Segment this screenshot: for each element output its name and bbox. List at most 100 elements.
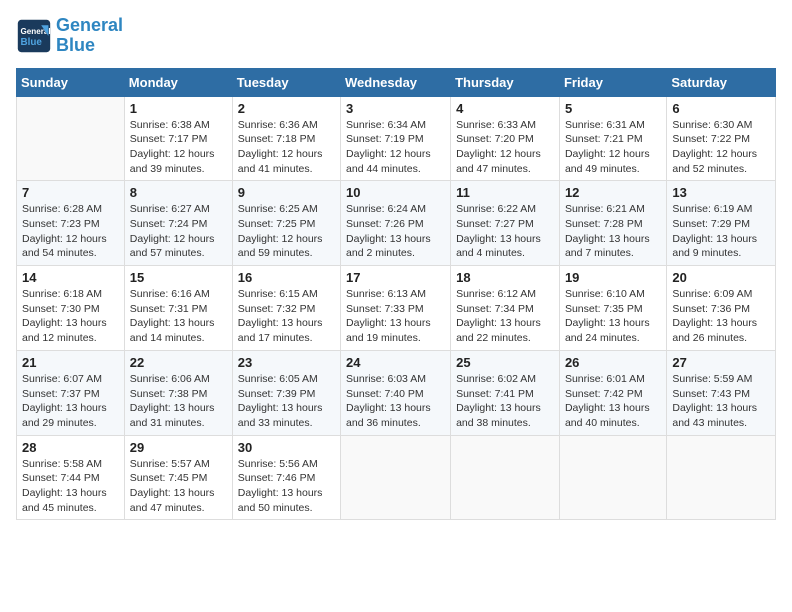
calendar-day-cell: 28 Sunrise: 5:58 AM Sunset: 7:44 PM Dayli… xyxy=(17,435,125,520)
calendar-day-cell: 25 Sunrise: 6:02 AM Sunset: 7:41 PM Dayli… xyxy=(451,350,560,435)
day-number: 26 xyxy=(565,355,661,370)
day-info: Sunrise: 6:22 AM Sunset: 7:27 PM Dayligh… xyxy=(456,202,554,261)
day-info: Sunrise: 6:12 AM Sunset: 7:34 PM Dayligh… xyxy=(456,287,554,346)
day-info: Sunrise: 6:27 AM Sunset: 7:24 PM Dayligh… xyxy=(130,202,227,261)
day-number: 28 xyxy=(22,440,119,455)
calendar-day-cell: 11Sunrise: 6:22 AM Sunset: 7:27 PM Dayli… xyxy=(451,181,560,266)
calendar-day-cell xyxy=(667,435,776,520)
logo-icon: General Blue xyxy=(16,18,52,54)
day-number: 14 xyxy=(22,270,119,285)
day-info: Sunrise: 6:09 AM Sunset: 7:36 PM Dayligh… xyxy=(672,287,770,346)
calendar-day-cell: 17 Sunrise: 6:13 AM Sunset: 7:33 PM Dayli… xyxy=(341,266,451,351)
day-info: Sunrise: 6:33 AM Sunset: 7:20 PM Dayligh… xyxy=(456,118,554,177)
day-number: 25 xyxy=(456,355,554,370)
calendar-day-cell: 5Sunrise: 6:31 AM Sunset: 7:21 PM Daylig… xyxy=(559,96,666,181)
day-number: 18 xyxy=(456,270,554,285)
day-number: 19 xyxy=(565,270,661,285)
calendar-week-row: 21Sunrise: 6:07 AM Sunset: 7:37 PM Dayli… xyxy=(17,350,776,435)
day-number: 22 xyxy=(130,355,227,370)
day-number: 10 xyxy=(346,185,445,200)
weekday-header-cell: Monday xyxy=(124,68,232,96)
calendar-day-cell: 13 Sunrise: 6:19 AM Sunset: 7:29 PM Dayli… xyxy=(667,181,776,266)
day-number: 29 xyxy=(130,440,227,455)
day-number: 30 xyxy=(238,440,335,455)
weekday-header-cell: Wednesday xyxy=(341,68,451,96)
day-number: 21 xyxy=(22,355,119,370)
day-number: 20 xyxy=(672,270,770,285)
day-info: Sunrise: 5:56 AM Sunset: 7:46 PM Dayligh… xyxy=(238,457,335,516)
day-number: 7 xyxy=(22,185,119,200)
day-number: 5 xyxy=(565,101,661,116)
day-info: Sunrise: 6:38 AM Sunset: 7:17 PM Dayligh… xyxy=(130,118,227,177)
calendar-day-cell: 6Sunrise: 6:30 AM Sunset: 7:22 PM Daylig… xyxy=(667,96,776,181)
calendar-day-cell: 19Sunrise: 6:10 AM Sunset: 7:35 PM Dayli… xyxy=(559,266,666,351)
svg-text:Blue: Blue xyxy=(21,37,43,48)
day-info: Sunrise: 6:01 AM Sunset: 7:42 PM Dayligh… xyxy=(565,372,661,431)
day-info: Sunrise: 6:15 AM Sunset: 7:32 PM Dayligh… xyxy=(238,287,335,346)
calendar-week-row: 1 Sunrise: 6:38 AM Sunset: 7:17 PM Daylig… xyxy=(17,96,776,181)
day-number: 16 xyxy=(238,270,335,285)
day-number: 17 xyxy=(346,270,445,285)
weekday-header-cell: Sunday xyxy=(17,68,125,96)
day-number: 2 xyxy=(238,101,335,116)
day-info: Sunrise: 6:02 AM Sunset: 7:41 PM Dayligh… xyxy=(456,372,554,431)
day-number: 8 xyxy=(130,185,227,200)
day-info: Sunrise: 6:24 AM Sunset: 7:26 PM Dayligh… xyxy=(346,202,445,261)
day-number: 24 xyxy=(346,355,445,370)
calendar-day-cell: 29 Sunrise: 5:57 AM Sunset: 7:45 PM Dayli… xyxy=(124,435,232,520)
calendar-day-cell: 16 Sunrise: 6:15 AM Sunset: 7:32 PM Dayli… xyxy=(232,266,340,351)
day-number: 13 xyxy=(672,185,770,200)
weekday-header-cell: Saturday xyxy=(667,68,776,96)
calendar-day-cell xyxy=(559,435,666,520)
day-info: Sunrise: 6:25 AM Sunset: 7:25 PM Dayligh… xyxy=(238,202,335,261)
weekday-header-row: SundayMondayTuesdayWednesdayThursdayFrid… xyxy=(17,68,776,96)
day-number: 15 xyxy=(130,270,227,285)
day-number: 9 xyxy=(238,185,335,200)
calendar-day-cell xyxy=(451,435,560,520)
day-number: 12 xyxy=(565,185,661,200)
calendar-day-cell: 4 Sunrise: 6:33 AM Sunset: 7:20 PM Daylig… xyxy=(451,96,560,181)
page-header: General Blue GeneralBlue xyxy=(16,16,776,56)
calendar-day-cell: 14 Sunrise: 6:18 AM Sunset: 7:30 PM Dayli… xyxy=(17,266,125,351)
day-info: Sunrise: 6:34 AM Sunset: 7:19 PM Dayligh… xyxy=(346,118,445,177)
day-info: Sunrise: 6:05 AM Sunset: 7:39 PM Dayligh… xyxy=(238,372,335,431)
day-info: Sunrise: 6:03 AM Sunset: 7:40 PM Dayligh… xyxy=(346,372,445,431)
calendar-day-cell: 22 Sunrise: 6:06 AM Sunset: 7:38 PM Dayli… xyxy=(124,350,232,435)
calendar-body: 1 Sunrise: 6:38 AM Sunset: 7:17 PM Daylig… xyxy=(17,96,776,520)
calendar-week-row: 28 Sunrise: 5:58 AM Sunset: 7:44 PM Dayli… xyxy=(17,435,776,520)
calendar-day-cell: 2 Sunrise: 6:36 AM Sunset: 7:18 PM Daylig… xyxy=(232,96,340,181)
weekday-header-cell: Tuesday xyxy=(232,68,340,96)
calendar-day-cell: 24 Sunrise: 6:03 AM Sunset: 7:40 PM Dayli… xyxy=(341,350,451,435)
calendar-day-cell: 30 Sunrise: 5:56 AM Sunset: 7:46 PM Dayli… xyxy=(232,435,340,520)
day-info: Sunrise: 5:57 AM Sunset: 7:45 PM Dayligh… xyxy=(130,457,227,516)
day-info: Sunrise: 6:18 AM Sunset: 7:30 PM Dayligh… xyxy=(22,287,119,346)
calendar-day-cell: 9 Sunrise: 6:25 AM Sunset: 7:25 PM Daylig… xyxy=(232,181,340,266)
day-number: 4 xyxy=(456,101,554,116)
day-info: Sunrise: 6:13 AM Sunset: 7:33 PM Dayligh… xyxy=(346,287,445,346)
calendar-day-cell xyxy=(17,96,125,181)
day-number: 6 xyxy=(672,101,770,116)
day-number: 27 xyxy=(672,355,770,370)
calendar-day-cell: 20 Sunrise: 6:09 AM Sunset: 7:36 PM Dayli… xyxy=(667,266,776,351)
day-info: Sunrise: 6:21 AM Sunset: 7:28 PM Dayligh… xyxy=(565,202,661,261)
day-number: 23 xyxy=(238,355,335,370)
calendar-day-cell: 15 Sunrise: 6:16 AM Sunset: 7:31 PM Dayli… xyxy=(124,266,232,351)
day-info: Sunrise: 6:19 AM Sunset: 7:29 PM Dayligh… xyxy=(672,202,770,261)
day-number: 3 xyxy=(346,101,445,116)
calendar-day-cell: 7Sunrise: 6:28 AM Sunset: 7:23 PM Daylig… xyxy=(17,181,125,266)
day-number: 1 xyxy=(130,101,227,116)
calendar-day-cell: 21Sunrise: 6:07 AM Sunset: 7:37 PM Dayli… xyxy=(17,350,125,435)
day-info: Sunrise: 5:59 AM Sunset: 7:43 PM Dayligh… xyxy=(672,372,770,431)
calendar-day-cell: 8 Sunrise: 6:27 AM Sunset: 7:24 PM Daylig… xyxy=(124,181,232,266)
day-info: Sunrise: 6:36 AM Sunset: 7:18 PM Dayligh… xyxy=(238,118,335,177)
calendar-day-cell: 18 Sunrise: 6:12 AM Sunset: 7:34 PM Dayli… xyxy=(451,266,560,351)
logo-text: GeneralBlue xyxy=(56,16,123,56)
day-info: Sunrise: 5:58 AM Sunset: 7:44 PM Dayligh… xyxy=(22,457,119,516)
calendar-day-cell: 27 Sunrise: 5:59 AM Sunset: 7:43 PM Dayli… xyxy=(667,350,776,435)
day-info: Sunrise: 6:06 AM Sunset: 7:38 PM Dayligh… xyxy=(130,372,227,431)
calendar-day-cell: 26 Sunrise: 6:01 AM Sunset: 7:42 PM Dayli… xyxy=(559,350,666,435)
calendar-day-cell: 10 Sunrise: 6:24 AM Sunset: 7:26 PM Dayli… xyxy=(341,181,451,266)
day-info: Sunrise: 6:16 AM Sunset: 7:31 PM Dayligh… xyxy=(130,287,227,346)
calendar-week-row: 7Sunrise: 6:28 AM Sunset: 7:23 PM Daylig… xyxy=(17,181,776,266)
calendar-day-cell: 23 Sunrise: 6:05 AM Sunset: 7:39 PM Dayli… xyxy=(232,350,340,435)
